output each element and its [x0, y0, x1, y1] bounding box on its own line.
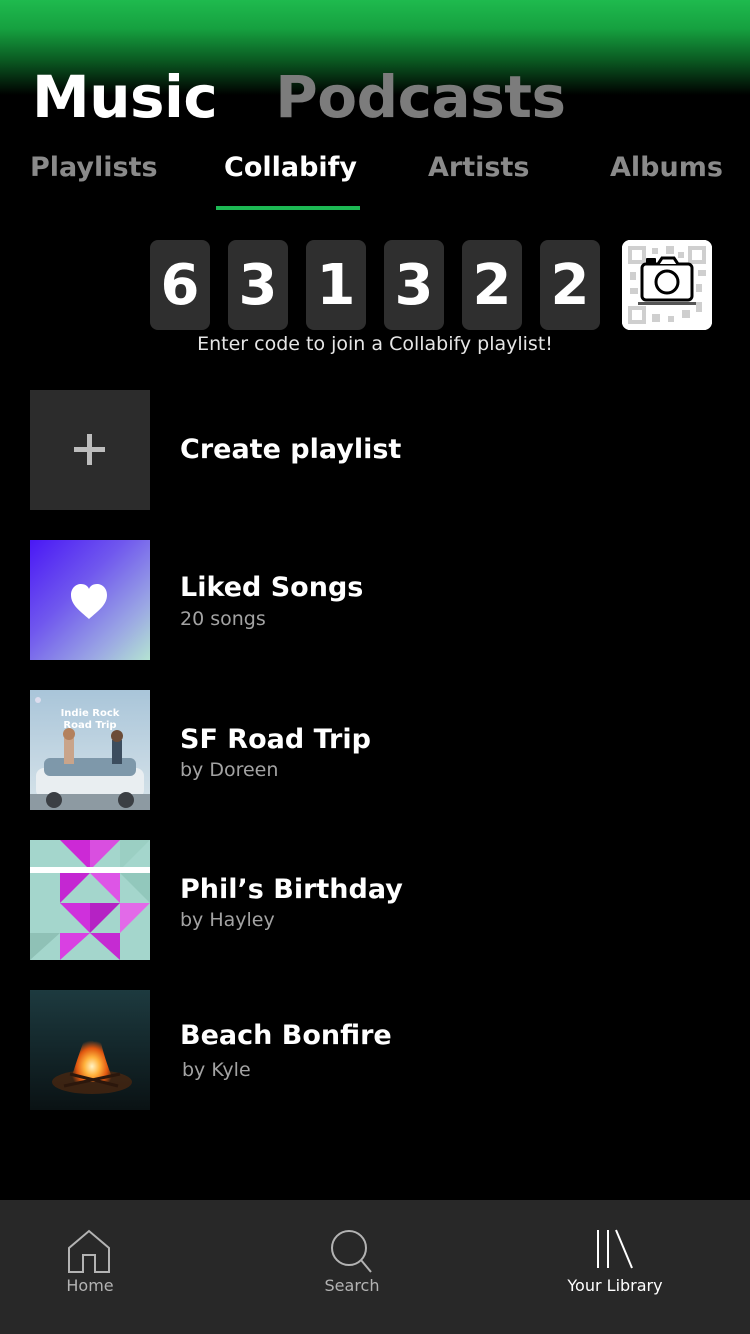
- code-digit[interactable]: 3: [384, 240, 444, 330]
- code-digit[interactable]: 2: [540, 240, 600, 330]
- playlist-row-sf-road-trip[interactable]: Indie Rock Road Trip SF Road Trip by Dor…: [30, 690, 720, 810]
- code-digit[interactable]: 2: [462, 240, 522, 330]
- playlist-cover: [30, 840, 150, 960]
- playlist-title: SF Road Trip: [180, 724, 371, 755]
- plus-icon: [74, 434, 105, 465]
- playlist-title: Liked Songs: [180, 572, 364, 603]
- nav-your-library-label: Your Library: [567, 1276, 663, 1295]
- top-tabs: Music Podcasts: [32, 60, 566, 135]
- playlist-row-beach-bonfire[interactable]: Beach Bonfire by Kyle: [30, 990, 720, 1110]
- home-icon: [68, 1229, 110, 1273]
- bottom-nav: Home Search Your Library: [0, 1200, 750, 1334]
- playlist-cover: [30, 540, 150, 660]
- code-hint-text: Enter code to join a Collabify playlist!: [197, 333, 553, 355]
- bonfire-cover-art: [30, 990, 150, 1110]
- playlist-subtitle: by Hayley: [180, 909, 275, 931]
- create-playlist-row[interactable]: Create playlist: [30, 390, 720, 510]
- playlist-subtitle: by Kyle: [182, 1059, 251, 1081]
- subtab-playlists[interactable]: Playlists: [30, 148, 158, 188]
- camera-qr-icon: [622, 240, 712, 330]
- nav-search[interactable]: Search: [262, 1200, 442, 1334]
- playlist-title: Phil’s Birthday: [180, 874, 403, 905]
- cover-title-text: Indie Rock Road Trip: [60, 708, 120, 731]
- subtab-artists[interactable]: Artists: [428, 148, 529, 188]
- nav-search-label: Search: [324, 1276, 380, 1295]
- nav-your-library[interactable]: Your Library: [525, 1200, 705, 1334]
- geometric-cover-art: [30, 840, 150, 960]
- heart-icon: [71, 584, 107, 619]
- playlist-subtitle: 20 songs: [180, 608, 266, 630]
- playlist-title: Beach Bonfire: [180, 1020, 392, 1051]
- code-digit[interactable]: 6: [150, 240, 210, 330]
- create-playlist-label: Create playlist: [180, 434, 402, 465]
- active-subtab-indicator: [216, 206, 360, 210]
- subtab-albums[interactable]: Albums: [610, 148, 723, 188]
- playlist-row-liked-songs[interactable]: Liked Songs 20 songs: [30, 540, 720, 660]
- playlist-subtitle: by Doreen: [180, 759, 279, 781]
- tab-podcasts[interactable]: Podcasts: [275, 60, 566, 135]
- library-icon: [597, 1229, 633, 1269]
- nav-home[interactable]: Home: [0, 1200, 180, 1334]
- subtab-collabify[interactable]: Collabify: [224, 148, 357, 188]
- create-playlist-tile: [30, 390, 150, 510]
- code-digit[interactable]: 1: [306, 240, 366, 330]
- playlist-row-phils-birthday[interactable]: Phil’s Birthday by Hayley: [30, 840, 720, 960]
- tab-music[interactable]: Music: [32, 60, 218, 135]
- playlist-cover: [30, 990, 150, 1110]
- code-digit[interactable]: 3: [228, 240, 288, 330]
- search-icon: [331, 1230, 372, 1273]
- playlist-cover: Indie Rock Road Trip: [30, 690, 150, 810]
- nav-home-label: Home: [66, 1276, 114, 1295]
- scan-code-button[interactable]: [622, 240, 712, 330]
